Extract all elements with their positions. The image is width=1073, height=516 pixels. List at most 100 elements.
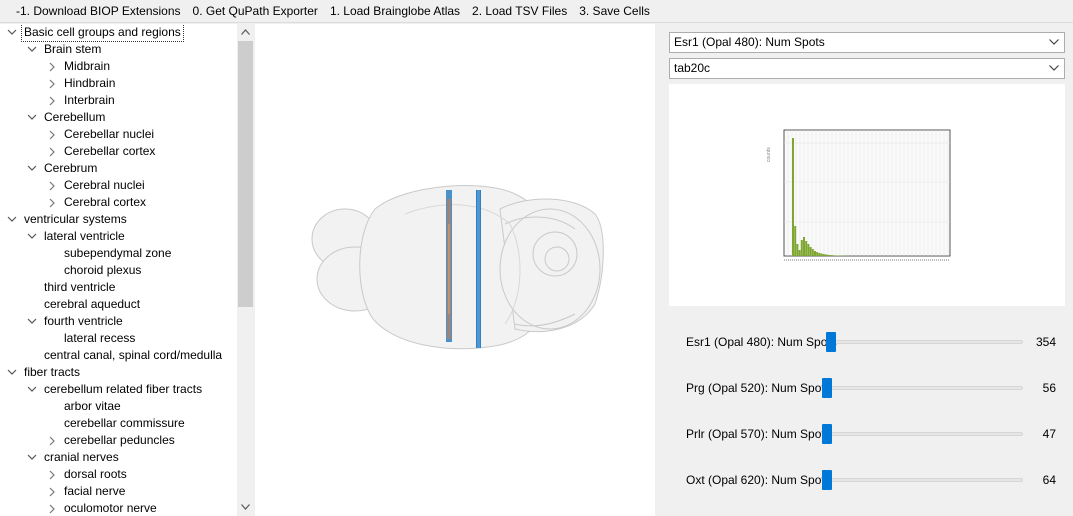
tree-item[interactable]: Midbrain <box>0 58 237 75</box>
tree-item[interactable]: Hindbrain <box>0 75 237 92</box>
slider-track[interactable] <box>826 340 1023 344</box>
menubar: -1. Download BIOP Extensions 0. Get QuPa… <box>0 0 1073 23</box>
slider-handle[interactable] <box>822 378 832 398</box>
slider-track[interactable] <box>822 432 1023 436</box>
chevron-right-icon[interactable] <box>46 500 58 516</box>
chevron-down-icon[interactable] <box>26 449 38 466</box>
feature-select-value: Esr1 (Opal 480): Num Spots <box>674 35 825 49</box>
slider-label: Esr1 (Opal 480): Num Spots <box>686 335 837 349</box>
tree-item[interactable]: third ventricle <box>0 279 237 296</box>
chevron-right-icon[interactable] <box>46 466 58 483</box>
histogram-bar <box>811 249 814 256</box>
tree-item[interactable]: cerebral aqueduct <box>0 296 237 313</box>
chevron-down-icon[interactable] <box>6 364 18 381</box>
slider-handle[interactable] <box>822 424 832 444</box>
tree-item-label: facial nerve <box>64 484 126 498</box>
tree-item[interactable]: lateral recess <box>0 330 237 347</box>
chevron-right-icon[interactable] <box>46 126 58 143</box>
chevron-right-icon[interactable] <box>46 75 58 92</box>
slider-value: 47 <box>1042 427 1056 441</box>
tree-item[interactable]: Interbrain <box>0 92 237 109</box>
chevron-down-icon[interactable] <box>26 109 38 126</box>
tree-item-label: lateral recess <box>64 331 136 345</box>
chevron-right-icon[interactable] <box>46 432 58 449</box>
tree-item-label: fourth ventricle <box>44 314 123 328</box>
histogram-bar <box>800 240 803 256</box>
histogram-bar <box>831 255 834 256</box>
chevron-right-icon[interactable] <box>46 92 58 109</box>
scrollbar-thumb[interactable] <box>238 41 253 307</box>
tree-item[interactable]: cerebellum related fiber tracts <box>0 381 237 398</box>
histogram-bar <box>825 254 827 256</box>
tree-item[interactable]: choroid plexus <box>0 262 237 279</box>
menu-load-tsv-files[interactable]: 2. Load TSV Files <box>466 0 573 23</box>
tree-item[interactable]: Cerebellar nuclei <box>0 126 237 143</box>
brain-3d-viewer[interactable] <box>255 24 655 516</box>
tree-item-label: Midbrain <box>64 59 111 73</box>
tree-item[interactable]: Cerebral nuclei <box>0 177 237 194</box>
tree-item[interactable]: oculomotor nerve <box>0 500 237 516</box>
chevron-down-icon[interactable] <box>6 211 18 228</box>
chevron-right-icon[interactable] <box>46 177 58 194</box>
tree-item[interactable]: ventricular systems <box>0 211 237 228</box>
tree-item-label: arbor vitae <box>64 399 121 413</box>
menu-load-brainglobe-atlas[interactable]: 1. Load Brainglobe Atlas <box>324 0 466 23</box>
tree-item[interactable]: cranial nerves <box>0 449 237 466</box>
menu-save-cells[interactable]: 3. Save Cells <box>573 0 656 23</box>
histogram-bar <box>833 255 836 256</box>
tree-item[interactable]: lateral ventricle <box>0 228 237 245</box>
tree-item[interactable]: Cerebral cortex <box>0 194 237 211</box>
histogram-bar <box>827 254 830 256</box>
tree-item[interactable]: subependymal zone <box>0 245 237 262</box>
tree-item[interactable]: Brain stem <box>0 41 237 58</box>
tree-item-label: Hindbrain <box>64 76 116 90</box>
tree-item[interactable]: Cerebrum <box>0 160 237 177</box>
tree-item[interactable]: Cerebellum <box>0 109 237 126</box>
tree-item[interactable]: cerebellar peduncles <box>0 432 237 449</box>
chevron-down-icon[interactable] <box>26 381 38 398</box>
chevron-right-icon[interactable] <box>46 143 58 160</box>
chevron-right-icon[interactable] <box>46 194 58 211</box>
feature-select[interactable]: Esr1 (Opal 480): Num Spots <box>669 32 1065 53</box>
menu-get-qupath-exporter[interactable]: 0. Get QuPath Exporter <box>187 0 324 23</box>
histogram-bar <box>792 138 794 256</box>
slider-track[interactable] <box>822 386 1023 390</box>
chevron-down-icon[interactable] <box>26 160 38 177</box>
tree-item[interactable]: fiber tracts <box>0 364 237 381</box>
tree-item-label: fiber tracts <box>24 365 81 379</box>
slider-row: Esr1 (Opal 480): Num Spots 354 <box>686 331 1056 353</box>
tree-scrollbar[interactable] <box>237 24 254 516</box>
tree-item-label: dorsal roots <box>64 467 127 481</box>
tree-item[interactable]: fourth ventricle <box>0 313 237 330</box>
slider-handle[interactable] <box>822 470 832 490</box>
scroll-up-arrow-icon[interactable] <box>237 24 254 41</box>
probe-track-2 <box>476 190 481 348</box>
tree-item[interactable]: facial nerve <box>0 483 237 500</box>
tree-item[interactable]: dorsal roots <box>0 466 237 483</box>
region-tree[interactable]: Basic cell groups and regions Brain stem M… <box>0 24 254 516</box>
chevron-down-icon[interactable] <box>26 313 38 330</box>
slider-handle[interactable] <box>826 332 836 352</box>
tree-item[interactable]: central canal, spinal cord/medulla <box>0 347 237 364</box>
chevron-down-icon[interactable] <box>6 24 18 41</box>
chevron-down-icon[interactable] <box>26 228 38 245</box>
chevron-down-icon[interactable] <box>26 41 38 58</box>
tree-item[interactable]: Cerebellar cortex <box>0 143 237 160</box>
tree-item-label: lateral ventricle <box>44 229 125 243</box>
tree-item[interactable]: arbor vitae <box>0 398 237 415</box>
slider-track[interactable] <box>822 478 1023 482</box>
tree-item[interactable]: Basic cell groups and regions <box>0 24 237 42</box>
scroll-down-arrow-icon[interactable] <box>237 499 254 516</box>
chevron-down-icon <box>1049 39 1059 45</box>
tree-item-label: central canal, spinal cord/medulla <box>44 348 223 362</box>
tree-item-label: Basic cell groups and regions <box>21 24 184 42</box>
chevron-right-icon[interactable] <box>46 58 58 75</box>
chevron-right-icon[interactable] <box>46 483 58 500</box>
tree-item-label: third ventricle <box>44 280 116 294</box>
menu-download-biop-extensions[interactable]: -1. Download BIOP Extensions <box>10 0 187 23</box>
colormap-select[interactable]: tab20c <box>669 58 1065 79</box>
slider-label: Oxt (Opal 620): Num Spots <box>686 473 831 487</box>
tree-item[interactable]: cerebellar commissure <box>0 415 237 432</box>
tree-item-label: oculomotor nerve <box>64 501 157 515</box>
histogram-bar <box>807 244 810 256</box>
